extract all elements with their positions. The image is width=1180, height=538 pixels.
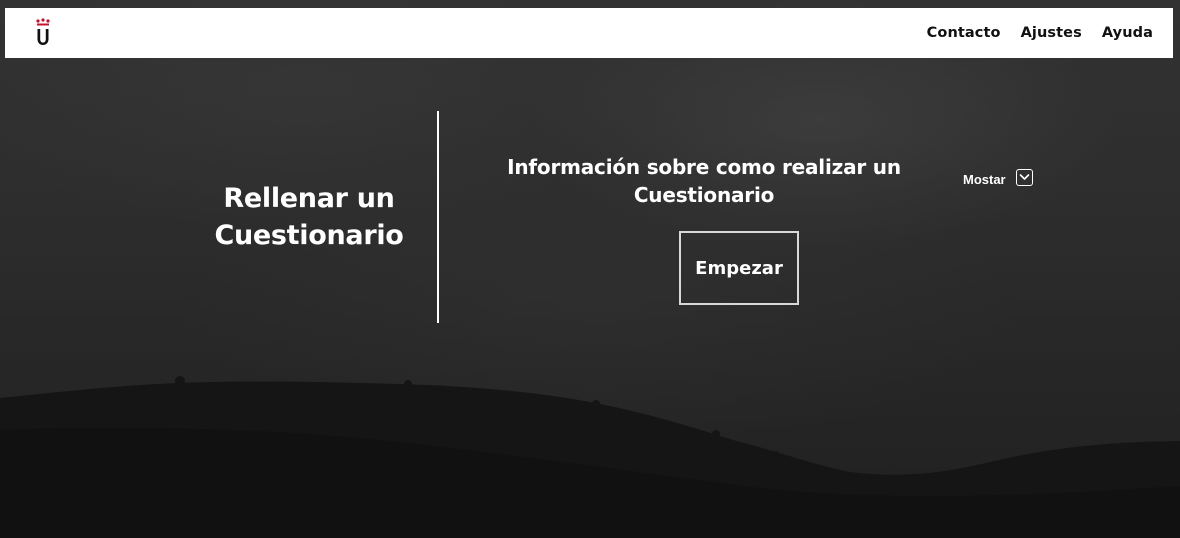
info-heading-line-2: Cuestionario [633,183,775,207]
show-toggle[interactable]: Mostar [963,168,1033,190]
chevron-down-icon[interactable] [1015,168,1033,186]
page: Contacto Ajustes Ayuda Rellenar un Cuest… [0,0,1180,538]
page-title-line-2: Cuestionario [214,220,404,251]
vertical-divider [437,111,439,323]
page-title: Rellenar un Cuestionario [190,180,428,254]
university-logo-icon[interactable] [35,18,51,46]
nav-link-contacto[interactable]: Contacto [927,25,1001,41]
info-heading: Información sobre como realizar un Cuest… [494,153,914,209]
nav-link-ajustes[interactable]: Ajustes [1021,25,1082,41]
nav-links: Contacto Ajustes Ayuda [927,8,1153,58]
info-heading-line-1: Información sobre como realizar un [507,155,901,179]
top-navbar: Contacto Ajustes Ayuda [5,8,1173,58]
nav-link-ayuda[interactable]: Ayuda [1102,25,1153,41]
show-toggle-label: Mostar [963,171,1006,187]
page-title-line-1: Rellenar un [223,183,395,214]
background-hills [0,376,1180,538]
start-button[interactable]: Empezar [679,231,799,305]
